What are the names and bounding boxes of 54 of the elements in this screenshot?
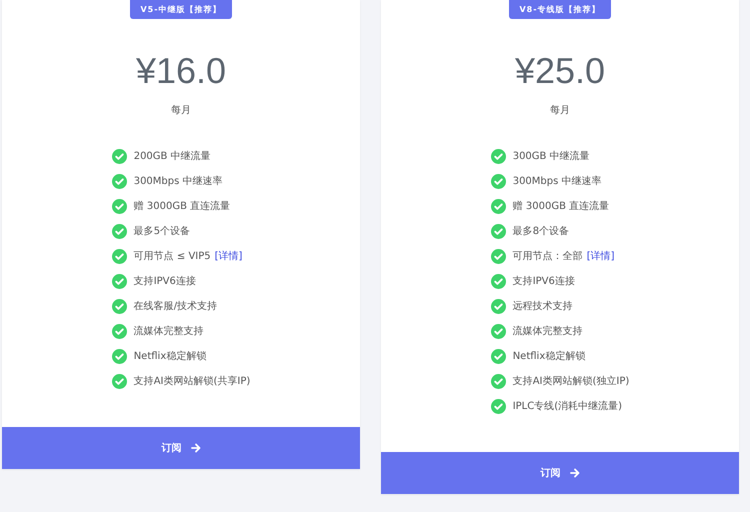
check-icon	[112, 224, 127, 238]
feature-text: 赠 3000GB 直连流量	[512, 200, 610, 213]
check-icon	[490, 174, 506, 188]
feature-text: 可用节点：全部	[512, 250, 583, 263]
feature-text: 支持IPV6连接	[134, 274, 196, 288]
check-icon	[112, 348, 127, 364]
feature-text: 最多8个设备	[512, 225, 570, 238]
check-icon	[112, 374, 127, 388]
feature-text: 支持IPV6连接	[512, 274, 575, 288]
billing-period: 每月	[171, 104, 191, 117]
feature-text: Netflix稳定解锁	[512, 350, 586, 363]
check-icon	[490, 248, 506, 264]
feature-text: 赠 3000GB 直连流量	[134, 200, 230, 213]
check-icon	[112, 298, 127, 314]
feature-text: 300Mbps 中继速率	[134, 174, 223, 188]
check-icon	[490, 298, 506, 314]
check-icon	[490, 324, 506, 338]
check-icon	[490, 224, 506, 238]
price: ¥16.0	[136, 51, 226, 91]
check-icon	[112, 324, 127, 338]
billing-period: 每月	[550, 104, 570, 117]
subscribe-button[interactable]: 订阅	[381, 452, 739, 494]
feature-text: 300Mbps 中继速率	[512, 174, 602, 188]
feature-text: 可用节点 ≤ VIP5	[134, 250, 211, 263]
check-icon	[490, 148, 506, 164]
feature-text: 300GB 中继流量	[512, 150, 590, 163]
arrow-icon	[190, 443, 200, 453]
feature-text: IPLC专线(消耗中继流量)	[512, 400, 622, 413]
arrow-icon	[570, 468, 580, 478]
feature-text: 流媒体完整支持	[512, 324, 583, 338]
check-icon	[112, 248, 127, 264]
feature-text: 支持AI类网站解锁(共享IP)	[134, 374, 250, 388]
check-icon	[490, 398, 506, 414]
check-icon	[112, 198, 127, 214]
feature-text: 支持AI类网站解锁(独立IP)	[512, 374, 630, 388]
feature-text: 200GB 中继流量	[134, 150, 211, 163]
plan-badge: V5-中继版【推荐】	[130, 0, 232, 19]
feature-text: 远程技术支持	[512, 300, 573, 313]
check-icon	[490, 374, 506, 388]
check-icon	[112, 148, 127, 164]
check-icon	[112, 274, 127, 288]
subscribe-button[interactable]: 订阅	[2, 427, 360, 469]
feature-text: 最多5个设备	[134, 225, 190, 238]
plan-badge: V8-专线版【推荐】	[509, 0, 611, 19]
details-link[interactable]: [详情]	[214, 249, 242, 263]
feature-text: 在线客服/技术支持	[134, 300, 218, 313]
check-icon	[490, 198, 506, 214]
feature-text: Netflix稳定解锁	[134, 350, 206, 363]
price: ¥25.0	[514, 51, 606, 91]
check-icon	[112, 174, 127, 188]
feature-text: 流媒体完整支持	[134, 324, 204, 338]
details-link[interactable]: [详情]	[586, 249, 615, 263]
check-icon	[490, 348, 506, 364]
check-icon	[490, 274, 506, 288]
